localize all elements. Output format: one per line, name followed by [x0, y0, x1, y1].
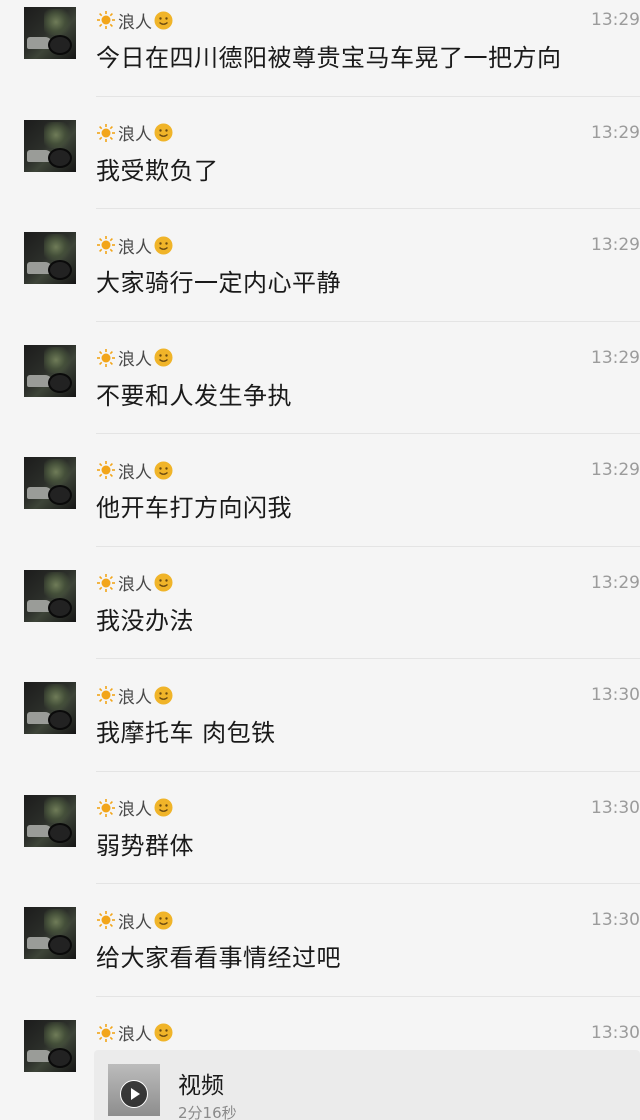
sender-avatar[interactable] — [24, 7, 76, 59]
smile-emoji-icon — [154, 798, 173, 817]
message-time: 13:29 — [591, 10, 640, 30]
message-header: 浪人 — [96, 233, 173, 258]
smile-emoji-icon — [154, 686, 173, 705]
sun-icon — [96, 573, 116, 593]
message-divider — [96, 770, 640, 772]
sender-avatar[interactable] — [24, 1019, 76, 1072]
sender-name[interactable]: 浪人 — [118, 683, 152, 708]
video-thumbnail[interactable] — [108, 1064, 160, 1116]
sun-icon — [96, 910, 116, 930]
message-divider — [96, 658, 640, 659]
message-time: 13:29 — [591, 122, 640, 143]
message-time: 13:29 — [591, 347, 640, 368]
message-header: 浪人 — [96, 683, 173, 708]
sender-avatar[interactable] — [24, 119, 76, 172]
video-duration: 2分16秒 — [178, 1104, 237, 1120]
message-time: 13:29 — [591, 235, 640, 255]
sun-icon — [96, 798, 116, 818]
sender-avatar[interactable] — [24, 682, 76, 734]
sun-icon — [96, 10, 116, 30]
sender-avatar[interactable] — [24, 457, 76, 509]
chat-message: 浪人 13:29 他开车打方向闪我 — [0, 450, 640, 563]
message-header: 浪人 — [96, 1021, 173, 1045]
message-divider — [96, 995, 640, 997]
sender-avatar[interactable] — [24, 907, 76, 959]
message-header: 浪人 — [96, 8, 173, 33]
sun-icon — [96, 1023, 116, 1043]
chat-message: 浪人 13:29 不要和人发生争执 — [0, 338, 640, 451]
sender-name[interactable]: 浪人 — [118, 908, 152, 933]
sun-icon — [96, 460, 116, 480]
message-time: 13:29 — [591, 460, 640, 480]
smile-emoji-icon — [154, 911, 173, 930]
sender-name[interactable]: 浪人 — [118, 458, 152, 483]
chat-message: 浪人 13:30 弱势群体 — [0, 788, 640, 901]
chat-message-list: 浪人 13:29 今日在四川德阳被尊贵宝马车晃了一把方向 浪人 13:29 我受… — [0, 0, 640, 1120]
smile-emoji-icon — [154, 236, 173, 255]
sun-icon — [96, 235, 116, 255]
smile-emoji-icon — [154, 461, 173, 480]
video-message-card[interactable]: 视频 2分16秒 — [94, 1050, 640, 1120]
chat-message: 浪人 13:29 今日在四川德阳被尊贵宝马车晃了一把方向 — [0, 0, 640, 113]
sun-icon — [96, 123, 116, 143]
sender-name[interactable]: 浪人 — [118, 8, 152, 33]
message-divider — [96, 320, 640, 322]
chat-message: 浪人 13:29 我受欺负了 — [0, 113, 640, 226]
message-text[interactable]: 今日在四川德阳被尊贵宝马车晃了一把方向 — [96, 38, 562, 73]
sun-icon — [96, 685, 116, 705]
sender-avatar[interactable] — [24, 232, 76, 284]
sender-name[interactable]: 浪人 — [118, 1020, 152, 1045]
sender-avatar[interactable] — [24, 344, 76, 397]
message-time: 13:30 — [591, 910, 640, 930]
sender-name[interactable]: 浪人 — [118, 120, 152, 145]
smile-emoji-icon — [154, 348, 173, 367]
chat-message: 浪人 13:29 大家骑行一定内心平静 — [0, 225, 640, 338]
message-text[interactable]: 我摩托车 肉包铁 — [96, 713, 276, 748]
sender-name[interactable]: 浪人 — [118, 795, 152, 820]
smile-emoji-icon — [154, 573, 173, 592]
message-header: 浪人 — [96, 571, 173, 595]
sender-avatar[interactable] — [24, 569, 76, 622]
smile-emoji-icon — [154, 11, 173, 30]
message-text[interactable]: 我没办法 — [96, 601, 194, 636]
sender-name[interactable]: 浪人 — [118, 570, 152, 595]
video-title: 视频 — [178, 1073, 224, 1099]
play-icon[interactable] — [120, 1080, 148, 1108]
message-header: 浪人 — [96, 796, 173, 820]
message-text[interactable]: 他开车打方向闪我 — [96, 488, 292, 523]
chat-message: 浪人 13:29 我没办法 — [0, 563, 640, 676]
smile-emoji-icon — [154, 123, 173, 142]
message-text[interactable]: 大家骑行一定内心平静 — [96, 263, 341, 298]
message-time: 13:29 — [591, 572, 640, 593]
message-divider — [96, 95, 640, 97]
message-text[interactable]: 给大家看看事情经过吧 — [96, 938, 341, 973]
message-text[interactable]: 我受欺负了 — [96, 151, 219, 186]
sender-avatar[interactable] — [24, 794, 76, 847]
message-divider — [96, 545, 640, 547]
message-divider — [96, 433, 640, 434]
message-header: 浪人 — [96, 458, 173, 483]
sender-name[interactable]: 浪人 — [118, 345, 152, 370]
message-text[interactable]: 弱势群体 — [96, 826, 194, 861]
message-time: 13:30 — [591, 685, 640, 705]
smile-emoji-icon — [154, 1023, 173, 1042]
sender-name[interactable]: 浪人 — [118, 233, 152, 258]
sun-icon — [96, 348, 116, 368]
chat-message: 浪人 13:30 给大家看看事情经过吧 — [0, 900, 640, 1013]
message-header: 浪人 — [96, 908, 173, 933]
message-header: 浪人 — [96, 121, 173, 145]
message-header: 浪人 — [96, 346, 173, 370]
message-divider — [96, 883, 640, 884]
message-time: 13:30 — [591, 797, 640, 818]
message-time: 13:30 — [591, 1022, 640, 1043]
message-divider — [96, 208, 640, 209]
message-text[interactable]: 不要和人发生争执 — [96, 376, 292, 411]
chat-message: 浪人 13:30 我摩托车 肉包铁 — [0, 675, 640, 788]
